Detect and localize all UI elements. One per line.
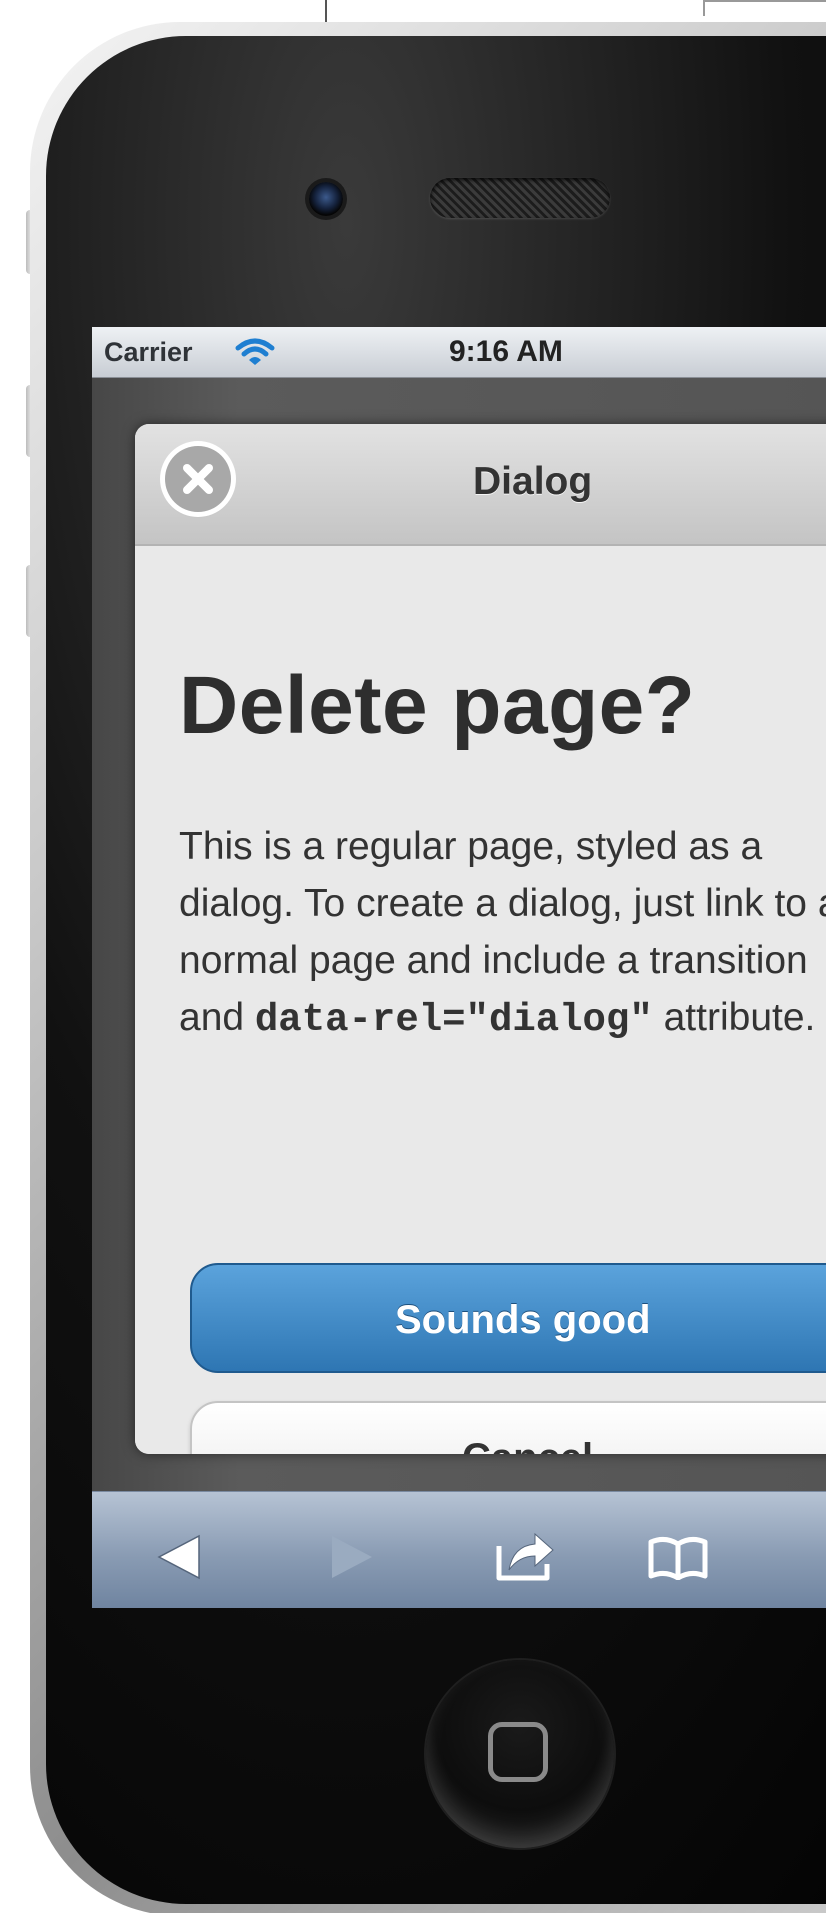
close-button[interactable] [165,446,231,512]
cancel-label: Cancel [462,1403,593,1454]
browser-toolbar [92,1491,826,1608]
dialog-title: Dialog [473,460,593,503]
dialog-body-text: This is a regular page, styled as a dial… [179,818,826,1049]
home-button-square-icon [488,1722,548,1782]
dialog-content: Delete page? This is a regular page, sty… [135,546,826,1454]
carrier-label: Carrier [104,337,193,367]
close-circle-icon [183,464,213,494]
front-camera [309,182,343,216]
sounds-good-label: Sounds good [395,1298,651,1342]
home-button[interactable] [426,1660,614,1848]
earpiece-speaker [430,178,610,218]
dialog-heading: Delete page? [179,660,696,751]
wifi-icon [235,338,275,365]
status-bar: Carrier 9:16 AM [92,327,826,378]
dialog-box: Dialog Delete page? This is a regular pa… [135,424,826,1454]
share-icon[interactable] [495,1526,555,1582]
cancel-button[interactable]: Cancel [190,1401,826,1454]
body-text-tail: attribute. [652,996,816,1039]
background-frame-corner [703,0,826,16]
status-time: 9:16 AM [449,335,563,368]
body-code-attribute: data-rel="dialog" [254,998,653,1042]
back-arrow-icon[interactable] [157,1534,201,1580]
screenshot-stage: Carrier 9:16 AM Dialog Delete page? This… [0,0,826,1913]
bookmarks-book-icon[interactable] [647,1536,709,1580]
phone-screen: Carrier 9:16 AM Dialog Delete page? This… [92,327,826,1608]
forward-arrow-icon[interactable] [330,1534,374,1580]
sounds-good-button[interactable]: Sounds good [190,1263,826,1373]
dialog-header: Dialog [135,424,826,546]
